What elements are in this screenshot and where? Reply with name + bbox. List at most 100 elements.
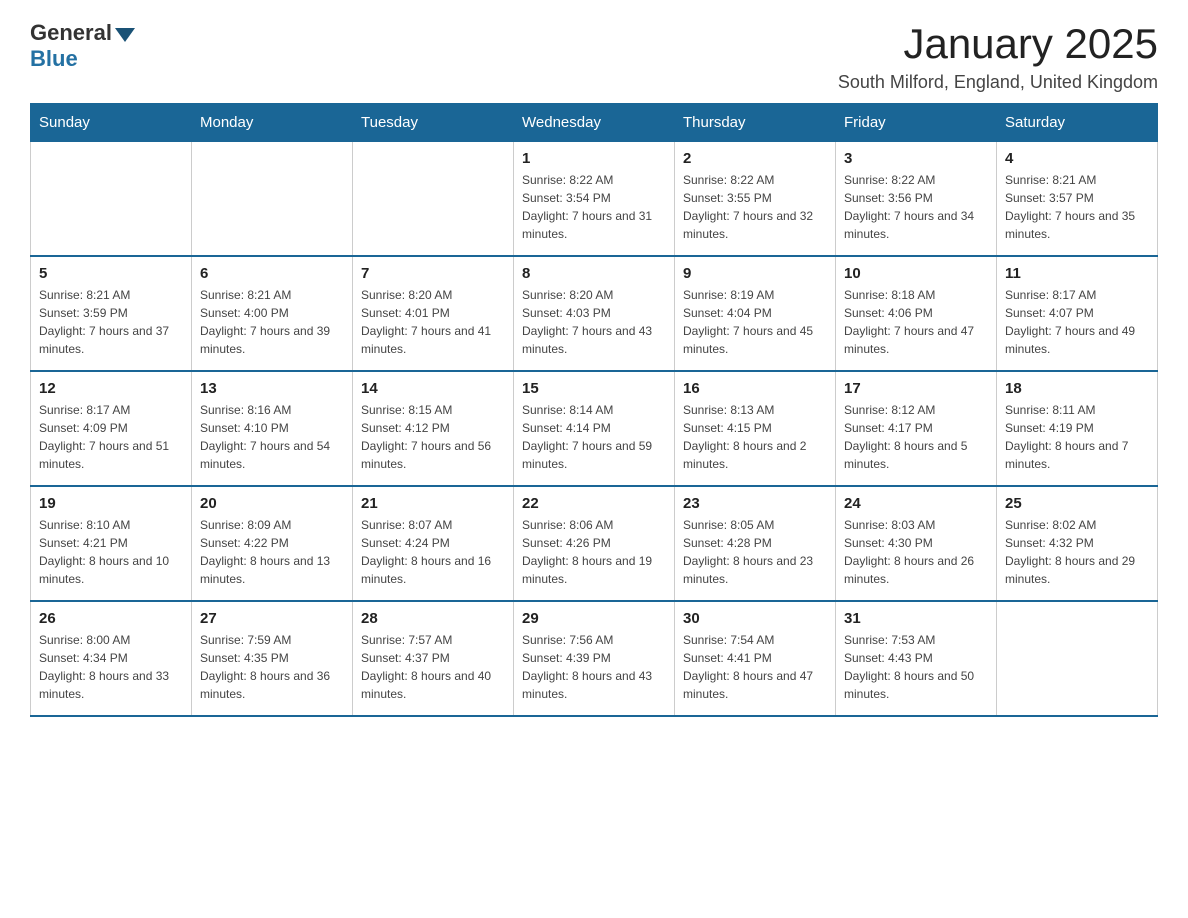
- calendar-cell: 23Sunrise: 8:05 AMSunset: 4:28 PMDayligh…: [675, 486, 836, 601]
- cell-day-number: 10: [844, 265, 988, 282]
- cell-day-number: 7: [361, 265, 505, 282]
- cell-sun-info: Sunrise: 8:17 AMSunset: 4:09 PMDaylight:…: [39, 401, 183, 473]
- logo-blue-text: Blue: [30, 46, 78, 72]
- cell-day-number: 5: [39, 265, 183, 282]
- cell-sun-info: Sunrise: 8:21 AMSunset: 3:57 PMDaylight:…: [1005, 171, 1149, 243]
- cell-sun-info: Sunrise: 8:14 AMSunset: 4:14 PMDaylight:…: [522, 401, 666, 473]
- cell-sun-info: Sunrise: 8:12 AMSunset: 4:17 PMDaylight:…: [844, 401, 988, 473]
- cell-day-number: 1: [522, 150, 666, 167]
- cell-sun-info: Sunrise: 8:09 AMSunset: 4:22 PMDaylight:…: [200, 516, 344, 588]
- month-year-title: January 2025: [838, 20, 1158, 68]
- calendar-cell: 9 Sunrise: 8:19 AMSunset: 4:04 PMDaylight…: [675, 256, 836, 371]
- cell-day-number: 16: [683, 380, 827, 397]
- cell-day-number: 24: [844, 495, 988, 512]
- day-of-week-header: Monday: [192, 104, 353, 142]
- location-subtitle: South Milford, England, United Kingdom: [838, 72, 1158, 93]
- cell-day-number: 28: [361, 610, 505, 627]
- cell-day-number: 19: [39, 495, 183, 512]
- calendar-cell: 19 Sunrise: 8:10 AMSunset: 4:21 PMDayligh…: [31, 486, 192, 601]
- logo: General Blue: [30, 20, 135, 72]
- calendar-week-row: 5 Sunrise: 8:21 AMSunset: 3:59 PMDaylight…: [31, 256, 1158, 371]
- calendar-cell: 2 Sunrise: 8:22 AMSunset: 3:55 PMDaylight…: [675, 142, 836, 257]
- cell-day-number: 20: [200, 495, 344, 512]
- cell-sun-info: Sunrise: 8:17 AMSunset: 4:07 PMDaylight:…: [1005, 286, 1149, 358]
- cell-day-number: 25: [1005, 495, 1149, 512]
- cell-sun-info: Sunrise: 7:54 AMSunset: 4:41 PMDaylight:…: [683, 631, 827, 703]
- cell-day-number: 11: [1005, 265, 1149, 282]
- calendar-cell: 28 Sunrise: 7:57 AMSunset: 4:37 PMDayligh…: [353, 601, 514, 716]
- calendar-cell: 4 Sunrise: 8:21 AMSunset: 3:57 PMDaylight…: [997, 142, 1158, 257]
- cell-sun-info: Sunrise: 8:03 AMSunset: 4:30 PMDaylight:…: [844, 516, 988, 588]
- calendar-cell: 20 Sunrise: 8:09 AMSunset: 4:22 PMDayligh…: [192, 486, 353, 601]
- day-of-week-header: Thursday: [675, 104, 836, 142]
- cell-sun-info: Sunrise: 8:22 AMSunset: 3:56 PMDaylight:…: [844, 171, 988, 243]
- cell-sun-info: Sunrise: 8:11 AMSunset: 4:19 PMDaylight:…: [1005, 401, 1149, 473]
- calendar-cell: 7 Sunrise: 8:20 AMSunset: 4:01 PMDaylight…: [353, 256, 514, 371]
- cell-day-number: 21: [361, 495, 505, 512]
- cell-day-number: 9: [683, 265, 827, 282]
- calendar-cell: [31, 142, 192, 257]
- cell-sun-info: Sunrise: 8:22 AMSunset: 3:55 PMDaylight:…: [683, 171, 827, 243]
- calendar-cell: 1Sunrise: 8:22 AMSunset: 3:54 PMDaylight…: [514, 142, 675, 257]
- calendar-cell: 3 Sunrise: 8:22 AMSunset: 3:56 PMDaylight…: [836, 142, 997, 257]
- calendar-cell: 12 Sunrise: 8:17 AMSunset: 4:09 PMDayligh…: [31, 371, 192, 486]
- calendar-cell: 10 Sunrise: 8:18 AMSunset: 4:06 PMDayligh…: [836, 256, 997, 371]
- cell-day-number: 15: [522, 380, 666, 397]
- cell-day-number: 22: [522, 495, 666, 512]
- cell-day-number: 3: [844, 150, 988, 167]
- cell-sun-info: Sunrise: 7:59 AMSunset: 4:35 PMDaylight:…: [200, 631, 344, 703]
- calendar-cell: [353, 142, 514, 257]
- cell-sun-info: Sunrise: 7:56 AMSunset: 4:39 PMDaylight:…: [522, 631, 666, 703]
- logo-arrow-icon: [115, 28, 135, 42]
- cell-day-number: 13: [200, 380, 344, 397]
- cell-day-number: 2: [683, 150, 827, 167]
- calendar-cell: 15 Sunrise: 8:14 AMSunset: 4:14 PMDayligh…: [514, 371, 675, 486]
- cell-sun-info: Sunrise: 8:02 AMSunset: 4:32 PMDaylight:…: [1005, 516, 1149, 588]
- logo-general: General: [30, 20, 135, 46]
- cell-sun-info: Sunrise: 8:20 AMSunset: 4:01 PMDaylight:…: [361, 286, 505, 358]
- page-header: General Blue January 2025 South Milford,…: [30, 20, 1158, 93]
- cell-sun-info: Sunrise: 8:13 AMSunset: 4:15 PMDaylight:…: [683, 401, 827, 473]
- cell-sun-info: Sunrise: 8:16 AMSunset: 4:10 PMDaylight:…: [200, 401, 344, 473]
- cell-day-number: 31: [844, 610, 988, 627]
- cell-day-number: 14: [361, 380, 505, 397]
- calendar-header: SundayMondayTuesdayWednesdayThursdayFrid…: [31, 104, 1158, 142]
- cell-day-number: 6: [200, 265, 344, 282]
- cell-sun-info: Sunrise: 8:05 AMSunset: 4:28 PMDaylight:…: [683, 516, 827, 588]
- cell-sun-info: Sunrise: 8:15 AMSunset: 4:12 PMDaylight:…: [361, 401, 505, 473]
- calendar-cell: 24 Sunrise: 8:03 AMSunset: 4:30 PMDayligh…: [836, 486, 997, 601]
- calendar-cell: [192, 142, 353, 257]
- cell-sun-info: Sunrise: 8:21 AMSunset: 3:59 PMDaylight:…: [39, 286, 183, 358]
- cell-day-number: 12: [39, 380, 183, 397]
- cell-day-number: 26: [39, 610, 183, 627]
- calendar-cell: 21 Sunrise: 8:07 AMSunset: 4:24 PMDayligh…: [353, 486, 514, 601]
- cell-sun-info: Sunrise: 8:06 AMSunset: 4:26 PMDaylight:…: [522, 516, 666, 588]
- day-of-week-header: Friday: [836, 104, 997, 142]
- calendar-cell: [997, 601, 1158, 716]
- calendar-body: 1Sunrise: 8:22 AMSunset: 3:54 PMDaylight…: [31, 142, 1158, 717]
- cell-sun-info: Sunrise: 8:10 AMSunset: 4:21 PMDaylight:…: [39, 516, 183, 588]
- cell-sun-info: Sunrise: 8:07 AMSunset: 4:24 PMDaylight:…: [361, 516, 505, 588]
- calendar-week-row: 26Sunrise: 8:00 AMSunset: 4:34 PMDayligh…: [31, 601, 1158, 716]
- header-row: SundayMondayTuesdayWednesdayThursdayFrid…: [31, 104, 1158, 142]
- calendar-cell: 29Sunrise: 7:56 AMSunset: 4:39 PMDayligh…: [514, 601, 675, 716]
- cell-sun-info: Sunrise: 8:20 AMSunset: 4:03 PMDaylight:…: [522, 286, 666, 358]
- cell-sun-info: Sunrise: 7:53 AMSunset: 4:43 PMDaylight:…: [844, 631, 988, 703]
- day-of-week-header: Sunday: [31, 104, 192, 142]
- calendar-cell: 25 Sunrise: 8:02 AMSunset: 4:32 PMDayligh…: [997, 486, 1158, 601]
- cell-sun-info: Sunrise: 8:19 AMSunset: 4:04 PMDaylight:…: [683, 286, 827, 358]
- calendar-cell: 13 Sunrise: 8:16 AMSunset: 4:10 PMDayligh…: [192, 371, 353, 486]
- cell-day-number: 30: [683, 610, 827, 627]
- calendar-cell: 11 Sunrise: 8:17 AMSunset: 4:07 PMDayligh…: [997, 256, 1158, 371]
- calendar-cell: 26Sunrise: 8:00 AMSunset: 4:34 PMDayligh…: [31, 601, 192, 716]
- cell-sun-info: Sunrise: 8:18 AMSunset: 4:06 PMDaylight:…: [844, 286, 988, 358]
- cell-sun-info: Sunrise: 7:57 AMSunset: 4:37 PMDaylight:…: [361, 631, 505, 703]
- calendar-table: SundayMondayTuesdayWednesdayThursdayFrid…: [30, 103, 1158, 717]
- calendar-cell: 30 Sunrise: 7:54 AMSunset: 4:41 PMDayligh…: [675, 601, 836, 716]
- calendar-cell: 6Sunrise: 8:21 AMSunset: 4:00 PMDaylight…: [192, 256, 353, 371]
- calendar-week-row: 19 Sunrise: 8:10 AMSunset: 4:21 PMDayligh…: [31, 486, 1158, 601]
- cell-day-number: 8: [522, 265, 666, 282]
- cell-day-number: 4: [1005, 150, 1149, 167]
- calendar-cell: 31 Sunrise: 7:53 AMSunset: 4:43 PMDayligh…: [836, 601, 997, 716]
- calendar-cell: 22 Sunrise: 8:06 AMSunset: 4:26 PMDayligh…: [514, 486, 675, 601]
